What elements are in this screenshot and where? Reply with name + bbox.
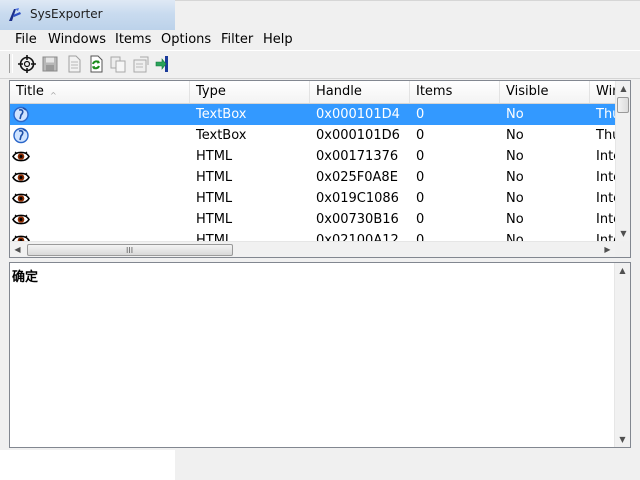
cell-type: TextBox <box>196 128 247 143</box>
textbox-icon <box>13 106 29 123</box>
scroll-right-icon[interactable]: ▶ <box>600 242 615 257</box>
menu-filter[interactable]: Filter <box>221 32 253 47</box>
table-row[interactable]: HTML 0x019C1086 0 No Inte <box>10 188 615 209</box>
column-type[interactable]: Type <box>190 81 310 103</box>
menu-bar: File Windows Items Options Filter Help <box>0 30 640 49</box>
table-row[interactable]: TextBox 0x000101D4 0 No Thu <box>10 104 615 125</box>
eye-icon <box>12 214 30 225</box>
eye-icon <box>12 193 30 204</box>
toolbar-grip <box>9 54 13 73</box>
cell-items: 0 <box>416 107 425 122</box>
table-row[interactable]: TextBox 0x000101D6 0 No Thu <box>10 125 615 146</box>
list-vertical-scrollbar[interactable]: ▲ ▼ <box>615 81 630 241</box>
cell-type: HTML <box>196 212 233 227</box>
column-items[interactable]: Items <box>410 81 500 103</box>
cell-visible: No <box>506 170 524 185</box>
menu-help[interactable]: Help <box>263 32 293 47</box>
menu-options[interactable]: Options <box>161 32 211 47</box>
scroll-down-icon[interactable]: ▼ <box>616 226 630 241</box>
cell-win: Thu <box>596 128 615 143</box>
cell-visible: No <box>506 149 524 164</box>
table-row[interactable]: HTML 0x00730B16 0 No Inte <box>10 209 615 230</box>
selection-highlight <box>10 104 615 125</box>
cell-items: 0 <box>416 170 425 185</box>
table-row[interactable]: HTML 0x025F0A8E 0 No Inte <box>10 167 615 188</box>
cell-items: 0 <box>416 149 425 164</box>
cell-type: HTML <box>196 191 233 206</box>
cell-type: TextBox <box>196 107 247 122</box>
text-scroll-up-icon[interactable]: ▲ <box>615 263 630 278</box>
cell-win: Inte <box>596 191 615 206</box>
text-pane[interactable]: 确定 ▲ ▼ <box>9 262 631 448</box>
cell-handle: 0x019C1086 <box>316 191 399 206</box>
cell-win: Inte <box>596 149 615 164</box>
cell-handle: 0x000101D4 <box>316 107 400 122</box>
menu-file[interactable]: File <box>15 32 37 47</box>
status-panel <box>175 0 640 31</box>
hscroll-grip: III <box>126 246 134 255</box>
column-visible[interactable]: Visible <box>500 81 590 103</box>
window-list[interactable]: Title ^ Type Handle Items Visible Win Te… <box>9 80 631 258</box>
table-row[interactable]: HTML 0x00171376 0 No Inte <box>10 146 615 167</box>
save-icon[interactable] <box>40 54 60 74</box>
cell-handle: 0x000101D6 <box>316 128 400 143</box>
crosshair-icon[interactable] <box>17 54 37 74</box>
sort-indicator-icon: ^ <box>50 91 57 100</box>
cell-visible: No <box>506 191 524 206</box>
text-content: 确定 <box>12 270 39 285</box>
scroll-corner <box>615 241 630 257</box>
menu-windows[interactable]: Windows <box>48 32 106 47</box>
cell-handle: 0x00171376 <box>316 149 399 164</box>
cell-items: 0 <box>416 128 425 143</box>
text-vertical-scrollbar[interactable]: ▲ ▼ <box>614 263 630 447</box>
cell-items: 0 <box>416 212 425 227</box>
toolbar <box>0 50 640 79</box>
column-handle[interactable]: Handle <box>310 81 410 103</box>
cell-type: HTML <box>196 170 233 185</box>
column-title-label: Title <box>16 84 44 99</box>
cell-win: Inte <box>596 212 615 227</box>
cell-win: Thu <box>596 107 615 122</box>
hscroll-thumb[interactable]: III <box>27 244 233 256</box>
eye-icon <box>12 172 30 183</box>
eye-icon <box>12 151 30 162</box>
cell-items: 0 <box>416 191 425 206</box>
refresh-icon[interactable] <box>86 54 106 74</box>
document-icon[interactable] <box>64 54 84 74</box>
cell-handle: 0x025F0A8E <box>316 170 398 185</box>
scroll-up-icon[interactable]: ▲ <box>616 81 630 96</box>
cell-visible: No <box>506 212 524 227</box>
list-header: Title ^ Type Handle Items Visible Win <box>10 81 630 104</box>
copy-icon[interactable] <box>108 54 128 74</box>
window-title: SysExporter <box>30 7 103 21</box>
cell-visible: No <box>506 128 524 143</box>
properties-icon[interactable] <box>131 54 151 74</box>
text-scroll-down-icon[interactable]: ▼ <box>615 432 630 447</box>
status-left-area <box>0 450 175 480</box>
cell-handle: 0x00730B16 <box>316 212 399 227</box>
list-body: TextBox 0x000101D4 0 No Thu TextBox 0x000101D6… <box>10 104 615 247</box>
app-icon <box>9 8 21 21</box>
list-horizontal-scrollbar[interactable]: ◀ III ▶ <box>10 241 615 257</box>
cell-visible: No <box>506 107 524 122</box>
column-title[interactable]: Title ^ <box>10 81 190 103</box>
scroll-thumb[interactable] <box>617 97 629 113</box>
cell-win: Inte <box>596 170 615 185</box>
textbox-icon <box>13 127 29 144</box>
menu-items[interactable]: Items <box>115 32 151 47</box>
scroll-left-icon[interactable]: ◀ <box>10 242 25 257</box>
cell-type: HTML <box>196 149 233 164</box>
exit-icon[interactable] <box>154 54 174 74</box>
